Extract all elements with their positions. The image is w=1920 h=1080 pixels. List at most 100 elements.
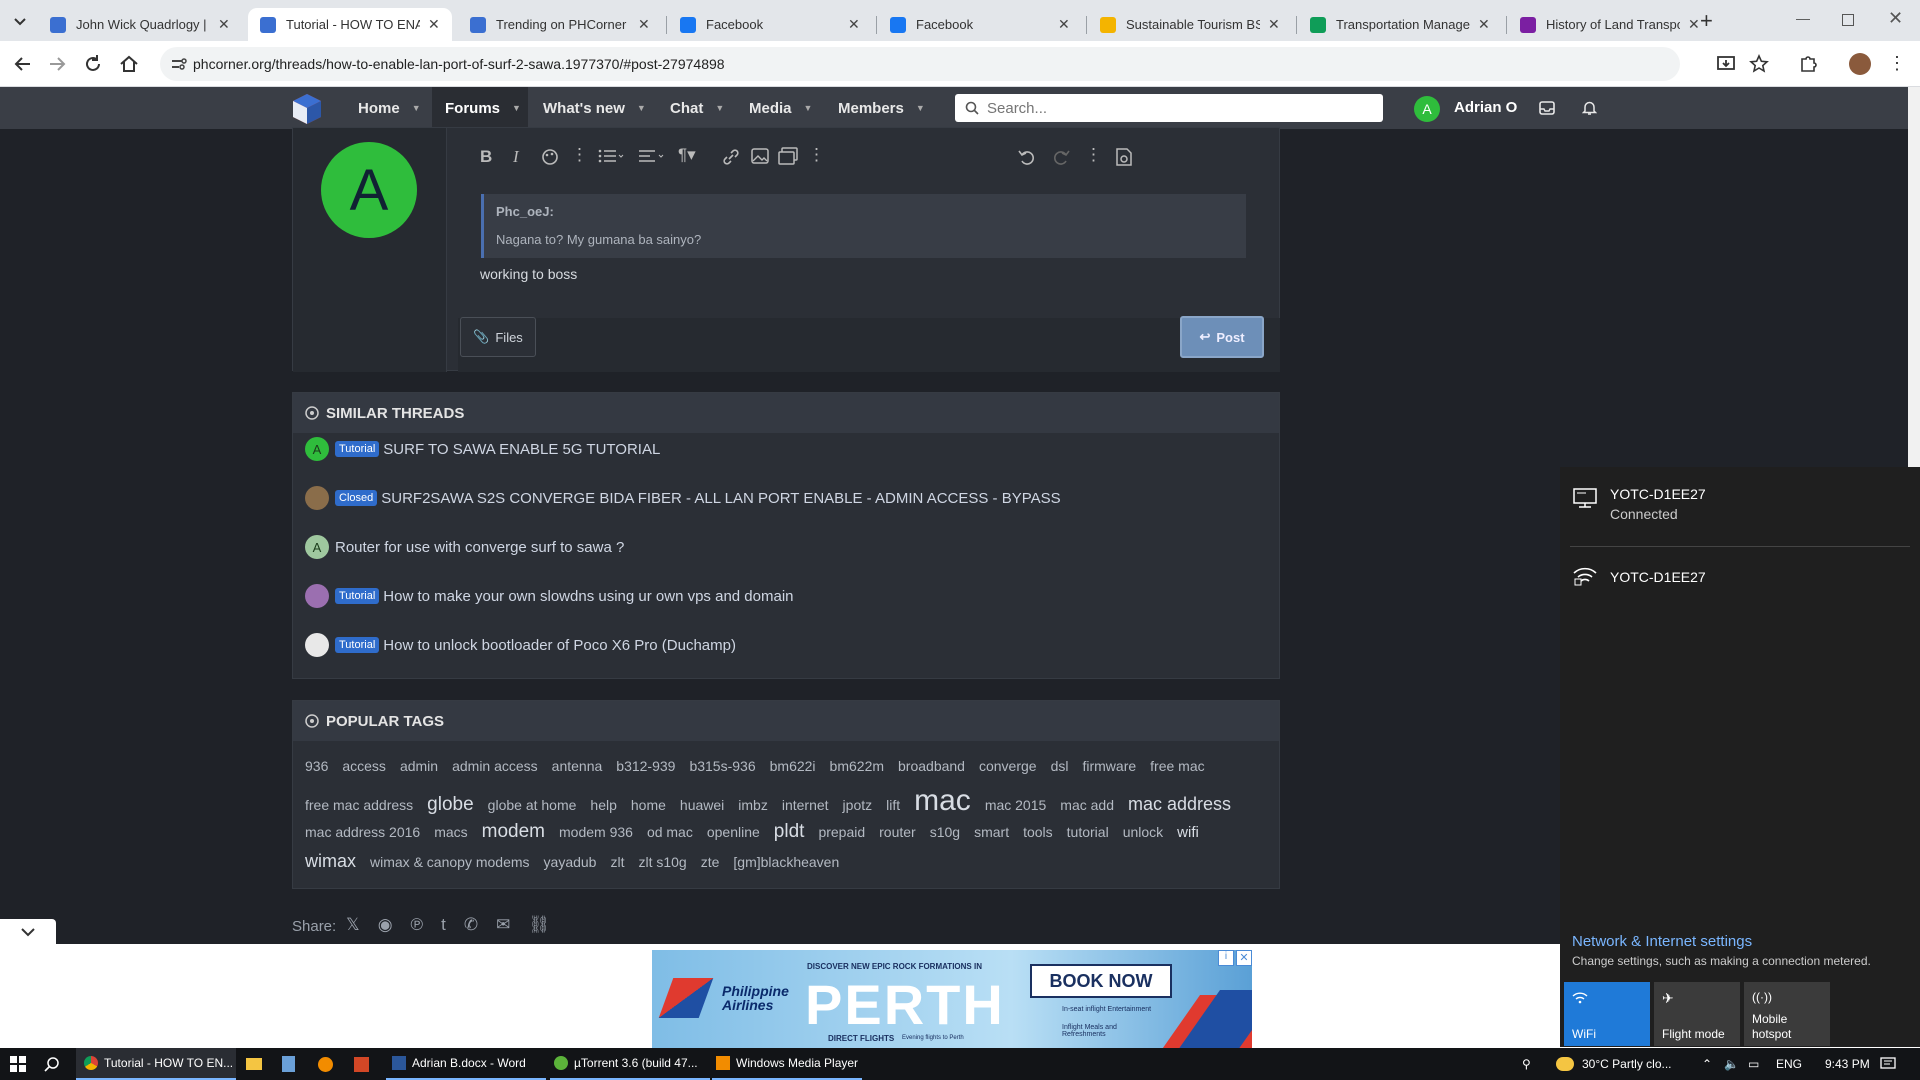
tag-link[interactable]: globe at home bbox=[488, 797, 577, 813]
taskbar-app-utorrent[interactable]: µTorrent 3.6 (build 47... bbox=[550, 1048, 710, 1080]
tray-chevron-icon[interactable]: ⌃ bbox=[1702, 1048, 1712, 1080]
tag-link[interactable]: firmware bbox=[1082, 758, 1136, 774]
available-network-name[interactable]: YOTC-D1EE27 bbox=[1610, 569, 1706, 585]
x-twitter-icon[interactable]: 𝕏 bbox=[346, 915, 360, 935]
align-icon[interactable] bbox=[638, 148, 664, 164]
more-edit-icon[interactable]: ⋮ bbox=[1085, 145, 1102, 165]
preview-icon[interactable] bbox=[1114, 147, 1134, 167]
tag-link[interactable]: antenna bbox=[552, 758, 603, 774]
taskbar-app-wmp[interactable]: Windows Media Player bbox=[712, 1048, 862, 1080]
tag-link[interactable]: tools bbox=[1023, 824, 1053, 840]
tag-link[interactable]: home bbox=[631, 797, 666, 813]
similar-thread-item[interactable]: Tutorial How to make your own slowdns usi… bbox=[305, 584, 794, 608]
tag-link[interactable]: zte bbox=[701, 854, 720, 870]
tag-link[interactable]: od mac bbox=[647, 824, 693, 840]
bookmark-star-icon[interactable] bbox=[1748, 53, 1770, 75]
tab-search-icon[interactable] bbox=[10, 11, 30, 31]
forward-icon[interactable] bbox=[46, 53, 68, 75]
tag-link[interactable]: zlt s10g bbox=[638, 854, 686, 870]
tag-link[interactable]: yayadub bbox=[544, 854, 597, 870]
nav-media[interactable]: Media ▼ bbox=[749, 87, 819, 129]
browser-tab[interactable]: Facebook ✕ bbox=[878, 8, 1082, 41]
tag-link[interactable]: b315s-936 bbox=[689, 758, 755, 774]
tag-link[interactable]: pldt bbox=[774, 821, 805, 843]
new-tab-button[interactable]: + bbox=[1700, 8, 1713, 34]
thread-prefix-badge[interactable]: Tutorial bbox=[335, 441, 380, 457]
tag-link[interactable]: unlock bbox=[1123, 824, 1163, 840]
tag-link[interactable]: zlt bbox=[610, 854, 624, 870]
tag-link[interactable]: bm622i bbox=[770, 758, 816, 774]
tag-link[interactable]: free mac address bbox=[305, 797, 413, 813]
thread-title[interactable]: SURF2SAWA S2S CONVERGE BIDA FIBER - ALL … bbox=[381, 490, 1060, 507]
thread-prefix-badge[interactable]: Tutorial bbox=[335, 588, 380, 604]
more-options-icon[interactable]: ⋮ bbox=[571, 145, 588, 165]
browser-menu-icon[interactable]: ⋮ bbox=[1886, 53, 1908, 75]
tag-link[interactable]: prepaid bbox=[818, 824, 865, 840]
tag-link[interactable]: mac add bbox=[1060, 797, 1114, 813]
thread-title[interactable]: Router for use with converge surf to saw… bbox=[335, 539, 624, 556]
tag-link[interactable]: s10g bbox=[930, 824, 960, 840]
home-icon[interactable] bbox=[118, 53, 140, 75]
nav-forums[interactable]: Forums ▼ bbox=[432, 87, 528, 129]
connected-network-name[interactable]: YOTC-D1EE27 bbox=[1610, 486, 1706, 502]
site-logo[interactable] bbox=[290, 92, 324, 126]
collapse-ad-button[interactable] bbox=[0, 919, 56, 944]
thread-prefix-badge[interactable]: Closed bbox=[335, 490, 378, 506]
tag-link[interactable]: jpotz bbox=[843, 797, 873, 813]
tab-close-icon[interactable]: ✕ bbox=[428, 16, 440, 33]
media-app-icon[interactable] bbox=[318, 1048, 333, 1080]
install-app-icon[interactable] bbox=[1715, 53, 1737, 75]
site-info-icon[interactable] bbox=[171, 57, 187, 71]
tab-close-icon[interactable]: ✕ bbox=[1058, 16, 1070, 33]
tag-link[interactable]: mac address bbox=[1128, 794, 1231, 815]
email-icon[interactable]: ✉ bbox=[496, 915, 510, 935]
tab-close-icon[interactable]: ✕ bbox=[1478, 16, 1490, 33]
tumblr-icon[interactable]: t bbox=[441, 915, 446, 935]
similar-thread-item[interactable]: Tutorial How to unlock bootloader of Poco… bbox=[305, 633, 736, 657]
text-style-icon[interactable] bbox=[541, 148, 559, 166]
quick-action-mobile-hotspot[interactable]: ((·)) Mobile hotspot bbox=[1744, 982, 1830, 1046]
tag-link[interactable]: lift bbox=[886, 797, 900, 813]
tag-link[interactable]: smart bbox=[974, 824, 1009, 840]
ad-info-icon[interactable]: i bbox=[1218, 950, 1234, 966]
post-reply-button[interactable]: ↩ Post bbox=[1180, 316, 1264, 358]
tag-link[interactable]: mac 2015 bbox=[985, 797, 1046, 813]
user-avatar[interactable]: A bbox=[1414, 96, 1440, 122]
taskbar-app-chrome[interactable]: Tutorial - HOW TO EN... bbox=[76, 1048, 236, 1080]
nav-chat[interactable]: Chat ▼ bbox=[670, 87, 730, 129]
quick-action-flight-mode[interactable]: ✈ Flight mode bbox=[1654, 982, 1740, 1046]
tag-link[interactable]: help bbox=[590, 797, 616, 813]
tag-link[interactable]: admin access bbox=[452, 758, 538, 774]
similar-thread-item[interactable]: A Tutorial SURF TO SAWA ENABLE 5G TUTORIAL bbox=[305, 437, 660, 461]
link-icon[interactable] bbox=[722, 148, 740, 166]
tab-close-icon[interactable]: ✕ bbox=[638, 16, 650, 33]
profile-avatar[interactable] bbox=[1849, 53, 1871, 75]
browser-tab[interactable]: History of Land Transport ✕ bbox=[1508, 8, 1712, 41]
inbox-icon[interactable] bbox=[1539, 101, 1555, 115]
whatsapp-icon[interactable]: ✆ bbox=[464, 915, 478, 935]
browser-tab[interactable]: Trending on PHCorner | P ✕ bbox=[458, 8, 662, 41]
image-icon[interactable] bbox=[751, 148, 769, 164]
tag-link[interactable]: wifi bbox=[1177, 824, 1199, 841]
tag-link[interactable]: wimax bbox=[305, 851, 356, 872]
browser-tab[interactable]: John Wick Quadrlogy | 10 ✕ bbox=[38, 8, 242, 41]
thread-title[interactable]: SURF TO SAWA ENABLE 5G TUTORIAL bbox=[383, 441, 660, 458]
browser-tab[interactable]: Tutorial - HOW TO ENABLE ✕ bbox=[248, 8, 452, 41]
italic-icon[interactable]: I bbox=[513, 147, 519, 167]
tag-link[interactable]: mac bbox=[914, 784, 971, 818]
tag-link[interactable]: modem bbox=[482, 821, 545, 843]
url-text[interactable]: phcorner.org/threads/how-to-enable-lan-p… bbox=[193, 56, 725, 72]
media-icon[interactable] bbox=[778, 147, 798, 165]
clock[interactable]: 9:43 PM bbox=[1825, 1048, 1870, 1080]
bold-icon[interactable]: B bbox=[480, 147, 492, 167]
back-icon[interactable] bbox=[12, 53, 34, 75]
network-tray-icon[interactable]: ▭ bbox=[1748, 1048, 1759, 1080]
powerpoint-icon[interactable] bbox=[354, 1048, 369, 1080]
weather-widget[interactable]: 30°C Partly clo... bbox=[1556, 1048, 1672, 1080]
paragraph-icon[interactable]: ¶▾ bbox=[678, 145, 696, 165]
page-scrollbar[interactable] bbox=[1908, 87, 1920, 129]
similar-thread-item[interactable]: Closed SURF2SAWA S2S CONVERGE BIDA FIBER … bbox=[305, 486, 1061, 510]
list-icon[interactable] bbox=[598, 148, 624, 164]
reddit-icon[interactable]: ◉ bbox=[378, 915, 393, 935]
redo-icon[interactable] bbox=[1052, 148, 1070, 166]
